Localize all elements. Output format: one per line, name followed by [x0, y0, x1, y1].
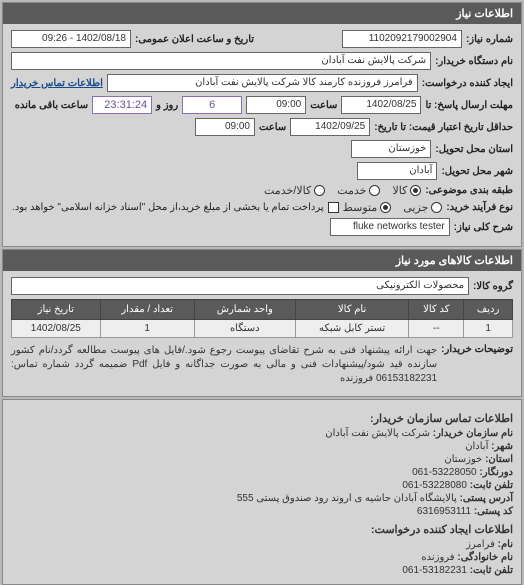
radio-small[interactable]: جزیی	[403, 201, 442, 214]
process-radio-group: جزیی متوسط	[343, 201, 443, 214]
remaining-label: ساعت باقی مانده	[15, 100, 88, 111]
days-remaining-field: 6	[182, 96, 242, 114]
treasury-checkbox[interactable]	[328, 202, 339, 213]
info-name: نام: فرامرز	[11, 539, 513, 550]
validity-time-field: 09:00	[195, 118, 255, 136]
radio-medium-label: متوسط	[343, 201, 378, 214]
radio-service[interactable]: خدمت	[337, 184, 380, 197]
desc-text: جهت ارائه پیشنهاد فنی به شرح تقاضای پیوس…	[11, 344, 437, 386]
th-row: ردیف	[464, 300, 513, 320]
city-label: شهر محل تحویل:	[441, 166, 513, 177]
public-datetime-label: تاریخ و ساعت اعلان عمومی:	[135, 34, 254, 45]
cell-code: --	[409, 320, 464, 338]
radio-service-input[interactable]	[369, 185, 380, 196]
radio-service-label: خدمت	[337, 184, 366, 197]
radio-small-label: جزیی	[403, 201, 428, 214]
desc-label: توضیحات خریدار:	[441, 344, 513, 355]
panel3-body: اطلاعات تماس سازمان خریدار: نام سازمان خ…	[3, 400, 521, 584]
requester-section-title: اطلاعات ایجاد کننده درخواست:	[11, 523, 513, 536]
cell-name: تستر کابل شبکه	[295, 320, 409, 338]
contact-info-panel: اطلاعات تماس سازمان خریدار: نام سازمان خ…	[2, 399, 522, 585]
city-field: آبادان	[357, 162, 437, 180]
info-address: آدرس پستی: پالایشگاه آبادان حاشیه ی ارون…	[11, 493, 513, 504]
th-name: نام کالا	[295, 300, 409, 320]
info-postal: کد پستی: 6316953111	[11, 506, 513, 517]
group-label: گروه کالا:	[473, 281, 513, 292]
info-phone: تلفن ثابت: 53228080-061	[11, 480, 513, 491]
requester-label: ایجاد کننده درخواست:	[422, 78, 513, 89]
info-lastname: نام خانوادگی: فروزنده	[11, 552, 513, 563]
validity-label: حداقل تاریخ اعتبار قیمت: تا تاریخ:	[374, 122, 513, 133]
th-unit: واحد شمارش	[194, 300, 295, 320]
panel1-header: اطلاعات نیاز	[3, 3, 521, 24]
radio-goods-input[interactable]	[410, 185, 421, 196]
panel2-header: اطلاعات کالاهای مورد نیاز	[3, 250, 521, 271]
th-qty: تعداد / مقدار	[100, 300, 194, 320]
panel1-body: شماره نیاز: 1102092179002904 تاریخ و ساع…	[3, 24, 521, 246]
info-org: نام سازمان خریدار: شرکت پالایش نفت آبادا…	[11, 428, 513, 439]
cell-qty: 1	[100, 320, 194, 338]
cell-row: 1	[464, 320, 513, 338]
need-info-panel: اطلاعات نیاز شماره نیاز: 110209217900290…	[2, 2, 522, 247]
info-city: شهر: آبادان	[11, 441, 513, 452]
buyer-org-label: نام دستگاه خریدار:	[435, 56, 513, 67]
cell-unit: دستگاه	[194, 320, 295, 338]
category-radio-group: کالا خدمت کالا/خدمت	[264, 184, 421, 197]
table-header-row: ردیف کد کالا نام کالا واحد شمارش تعداد /…	[12, 300, 513, 320]
cell-date: 1402/08/25	[12, 320, 101, 338]
radio-medium[interactable]: متوسط	[343, 201, 392, 214]
goods-info-panel: اطلاعات کالاهای مورد نیاز گروه کالا: محص…	[2, 249, 522, 397]
buyer-contact-link[interactable]: اطلاعات تماس خریدار	[11, 78, 103, 89]
info-fax: دورنگار: 53228050-061	[11, 467, 513, 478]
deadline-time-field: 09:00	[246, 96, 306, 114]
province-label: استان محل تحویل:	[435, 144, 513, 155]
radio-small-input[interactable]	[431, 202, 442, 213]
time-label-1: ساعت	[310, 100, 337, 111]
process-label: نوع فرآیند خرید:	[446, 202, 513, 213]
radio-medium-input[interactable]	[380, 202, 391, 213]
radio-goods-label: کالا	[392, 184, 407, 197]
info-province: استان: خوزستان	[11, 454, 513, 465]
payment-note: پرداخت تمام یا بخشی از مبلغ خرید،از محل …	[12, 202, 324, 213]
keyword-label: شرح کلی نیاز:	[454, 222, 513, 233]
contact-section-title: اطلاعات تماس سازمان خریدار:	[11, 412, 513, 425]
buyer-org-field: شرکت پالایش نفت آبادان	[11, 52, 431, 70]
th-date: تاریخ نیاز	[12, 300, 101, 320]
radio-goods[interactable]: کالا	[392, 184, 421, 197]
panel2-body: گروه کالا: محصولات الکترونیکی ردیف کد کا…	[3, 271, 521, 396]
public-datetime-field: 1402/08/18 - 09:26	[11, 30, 131, 48]
time-label-2: ساعت	[259, 122, 286, 133]
request-no-field: 1102092179002904	[342, 30, 462, 48]
category-label: طبقه بندی موضوعی:	[425, 185, 513, 196]
validity-date-field: 1402/09/25	[290, 118, 370, 136]
keyword-field: fluke networks tester	[330, 218, 450, 236]
radio-goods-service-label: کالا/خدمت	[264, 184, 311, 197]
radio-goods-service-input[interactable]	[314, 185, 325, 196]
deadline-label: مهلت ارسال پاسخ: تا	[425, 100, 513, 111]
goods-table: ردیف کد کالا نام کالا واحد شمارش تعداد /…	[11, 299, 513, 338]
th-code: کد کالا	[409, 300, 464, 320]
days-label: روز و	[156, 100, 178, 111]
province-field: خوزستان	[351, 140, 431, 158]
requester-field: فرامرز فروزنده کارمند کالا شرکت پالایش ن…	[107, 74, 418, 92]
radio-goods-service[interactable]: کالا/خدمت	[264, 184, 325, 197]
info-phone2: تلفن ثابت: 53182231-061	[11, 565, 513, 576]
time-remaining-field: 23:31:24	[92, 96, 152, 114]
group-field: محصولات الکترونیکی	[11, 277, 469, 295]
table-row[interactable]: 1 -- تستر کابل شبکه دستگاه 1 1402/08/25	[12, 320, 513, 338]
request-no-label: شماره نیاز:	[466, 34, 513, 45]
deadline-date-field: 1402/08/25	[341, 96, 421, 114]
